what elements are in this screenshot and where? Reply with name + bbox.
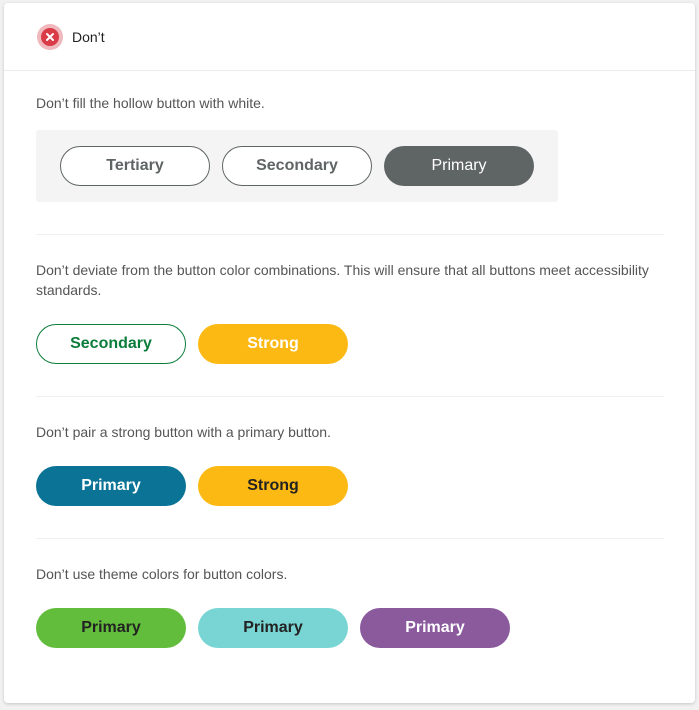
primary-button-aqua[interactable]: Primary <box>198 608 348 648</box>
primary-button[interactable]: Primary <box>36 466 186 506</box>
section-text: Don’t pair a strong button with a primar… <box>36 424 331 440</box>
dont-card: Don’t Don’t fill the hollow button with … <box>4 3 695 703</box>
primary-button-purple[interactable]: Primary <box>360 608 510 648</box>
secondary-button[interactable]: Secondary <box>222 146 372 186</box>
section-text: Don’t fill the hollow button with white. <box>36 95 265 111</box>
x-mark-icon <box>46 32 54 41</box>
section-hollow-fill: Don’t fill the hollow button with white. <box>36 93 664 113</box>
strong-button[interactable]: Strong <box>198 466 348 506</box>
secondary-button[interactable]: Secondary <box>36 324 186 364</box>
tertiary-button[interactable]: Tertiary <box>60 146 210 186</box>
section-text: Don’t deviate from the button color comb… <box>36 262 649 298</box>
primary-button[interactable]: Primary <box>384 146 534 186</box>
section-theme-colors: Don’t use theme colors for button colors… <box>36 564 664 584</box>
divider <box>36 234 664 235</box>
header-title: Don’t <box>72 28 105 45</box>
divider <box>36 538 664 539</box>
section-text: Don’t use theme colors for button colors… <box>36 566 288 582</box>
section-strong-pairing: Don’t pair a strong button with a primar… <box>36 422 664 442</box>
primary-button-green[interactable]: Primary <box>36 608 186 648</box>
divider <box>36 396 664 397</box>
strong-button[interactable]: Strong <box>198 324 348 364</box>
section-color-combinations: Don’t deviate from the button color comb… <box>36 260 664 300</box>
close-circle-icon <box>37 23 63 50</box>
card-header: Don’t <box>4 3 695 71</box>
